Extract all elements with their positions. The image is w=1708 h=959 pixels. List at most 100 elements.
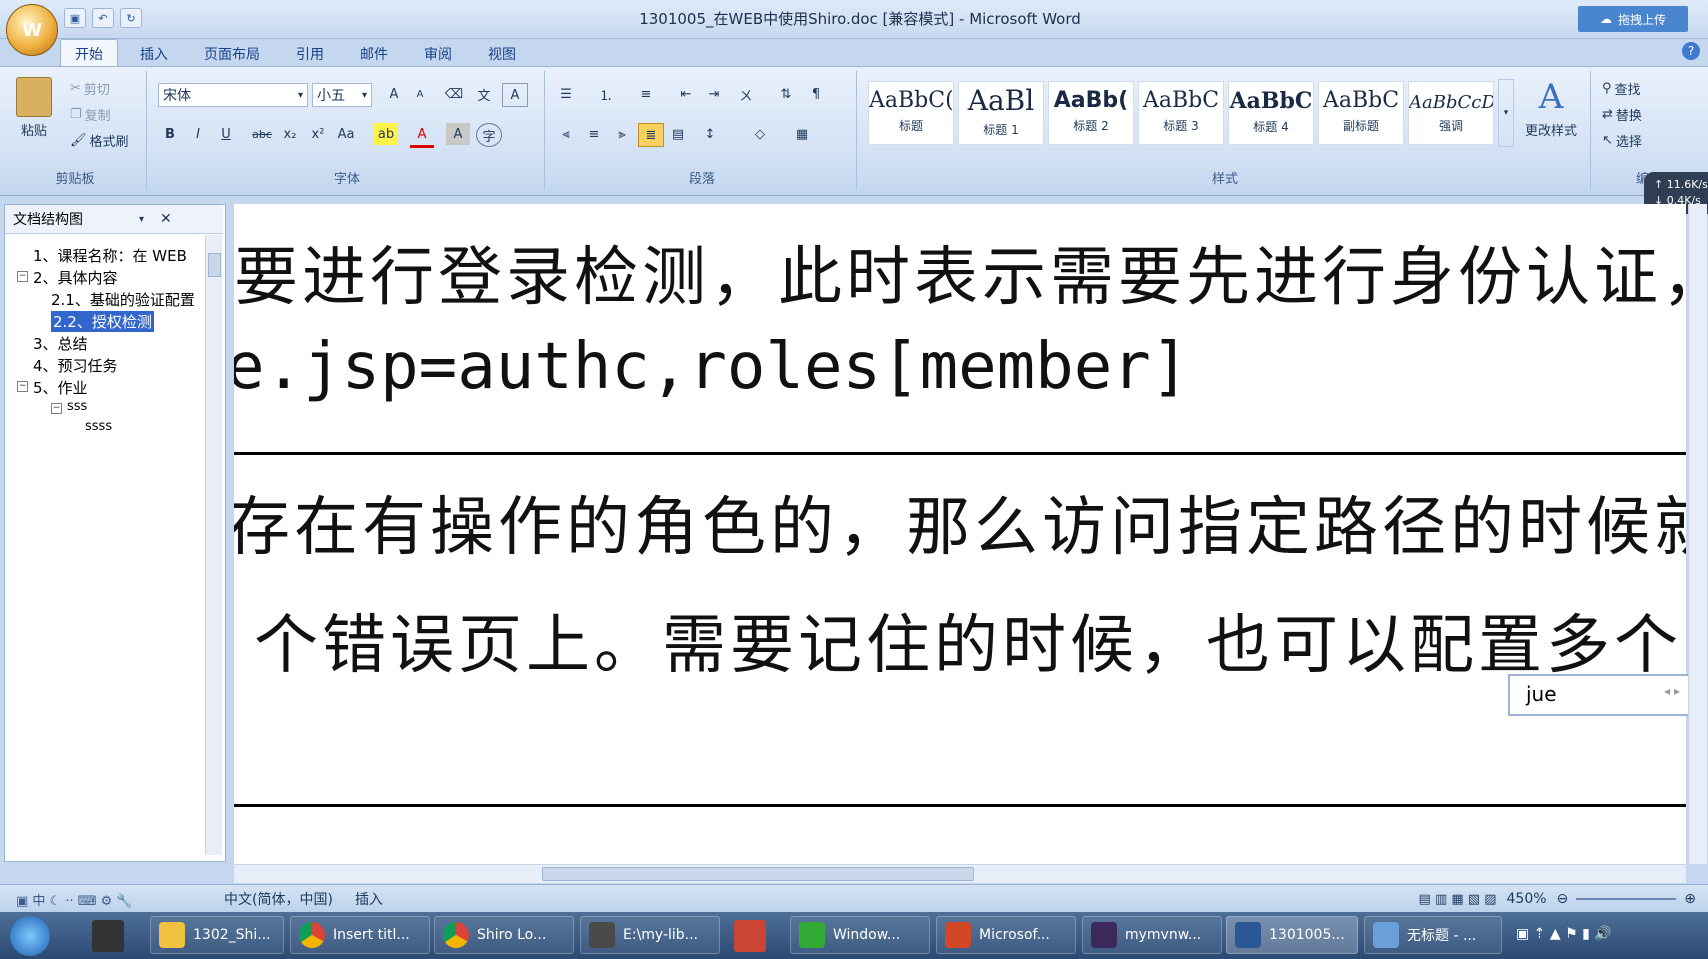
taskbar-item-word[interactable]: 1301005... — [1226, 916, 1358, 954]
vertical-scrollbar[interactable] — [1688, 204, 1707, 864]
chinese-layout-icon[interactable]: ㄨ — [734, 83, 758, 105]
italic-button[interactable]: I — [186, 123, 210, 145]
taskbar-item-sublime[interactable]: E:\my-lib... — [580, 916, 720, 954]
chevron-down-icon[interactable]: ▾ — [139, 214, 144, 225]
app-icon[interactable] — [92, 920, 124, 952]
char-border-icon[interactable]: A — [502, 83, 528, 107]
shrink-font-button[interactable]: A — [408, 83, 432, 105]
find-button[interactable]: ⚲ 查找 — [1602, 79, 1641, 98]
insert-mode-status[interactable]: 插入 — [355, 889, 383, 909]
copy-button[interactable]: ❐ 复制 — [70, 105, 111, 124]
taskbar-item-folder[interactable]: 1302_Shi... — [150, 916, 284, 954]
office-button[interactable]: W — [6, 4, 58, 56]
underline-button[interactable]: U — [214, 123, 238, 145]
redo-icon[interactable]: ↻ — [120, 8, 142, 28]
pdf-icon[interactable] — [734, 920, 766, 952]
undo-icon[interactable]: ↶ — [92, 8, 114, 28]
style-heading-1[interactable]: AaBl 标题 1 — [958, 81, 1044, 145]
zoom-slider[interactable] — [1576, 898, 1677, 900]
zoom-out-icon[interactable]: ⊖ — [1557, 891, 1569, 907]
phonetic-guide-icon[interactable]: 文 — [472, 83, 496, 105]
align-right-icon[interactable]: ⫸ — [610, 123, 634, 145]
tab-mailings[interactable]: 邮件 — [346, 40, 402, 68]
font-name-combo[interactable]: 宋体 ▾ — [158, 83, 308, 107]
highlight-icon[interactable]: ab — [374, 123, 398, 145]
select-button[interactable]: ↖ 选择 — [1602, 131, 1642, 150]
nav-item-course-name[interactable]: 1、课程名称：在 WEB — [33, 245, 187, 266]
system-tray-icons[interactable]: ▣ ⇡ ▲ ⚑ ▮ 🔊 — [1516, 926, 1612, 942]
upload-button[interactable]: ☁ 拖拽上传 — [1578, 6, 1688, 32]
ime-page-arrows-icon[interactable]: ◂ ▸ — [1664, 684, 1680, 698]
numbering-icon[interactable]: ⒈ — [594, 83, 618, 105]
nav-scroll-thumb[interactable] — [208, 253, 221, 277]
document-page[interactable]: 要进行登录检测，此时表示需要先进行身份认证， e.jsp=authc,roles… — [234, 204, 1686, 864]
strikethrough-button[interactable]: abc — [250, 123, 274, 145]
horizontal-scrollbar[interactable] — [234, 864, 1686, 883]
align-center-icon[interactable]: ≡ — [582, 123, 606, 145]
ime-toolbar-icons[interactable]: ▣ 中 ☾ ·· ⌨ ⚙ 🔧 — [16, 890, 216, 909]
font-size-combo[interactable]: 小五 ▾ — [312, 83, 372, 107]
style-title[interactable]: AaBbC(标题 — [868, 81, 954, 145]
subscript-button[interactable]: x₂ — [278, 123, 302, 145]
view-buttons-icon[interactable]: ▤ ▥ ▦ ▧ ▨ — [1419, 892, 1497, 907]
change-styles-button[interactable]: A 更改样式 — [1518, 77, 1584, 139]
tab-insert[interactable]: 插入 — [126, 40, 182, 68]
enclose-char-icon[interactable]: 字 — [476, 123, 502, 147]
bullets-icon[interactable]: ☰ — [554, 83, 578, 105]
taskbar-item-windows[interactable]: Window... — [790, 916, 930, 954]
styles-scroll-icon[interactable]: ▾ — [1498, 79, 1514, 147]
taskbar-item-powerpoint[interactable]: Microsof... — [936, 916, 1076, 954]
font-color-button[interactable]: A — [410, 123, 434, 148]
zoom-in-icon[interactable]: ⊕ — [1684, 891, 1696, 907]
taskbar-item-chrome-1[interactable]: Insert titl... — [290, 916, 430, 954]
language-status[interactable]: 中文(简体，中国) — [224, 889, 333, 909]
nav-item-preview-task[interactable]: 4、预习任务 — [33, 355, 118, 376]
superscript-button[interactable]: x² — [306, 123, 330, 145]
cut-button[interactable]: ✂ 剪切 — [70, 79, 110, 98]
clear-format-icon[interactable]: ⌫ — [442, 83, 466, 105]
increase-indent-icon[interactable]: ⇥ — [702, 83, 726, 105]
taskbar-item-paint[interactable]: 无标题 - ... — [1364, 916, 1502, 954]
decrease-indent-icon[interactable]: ⇤ — [674, 83, 698, 105]
style-heading-4[interactable]: AaBbC 标题 4 — [1228, 81, 1314, 145]
collapse-icon[interactable]: − — [17, 271, 28, 282]
nav-item-ssss[interactable]: ssss — [85, 419, 112, 434]
shading-icon[interactable]: ◇ — [748, 123, 772, 145]
style-heading-2[interactable]: AaBb(标题 2 — [1048, 81, 1134, 145]
taskbar-item-eclipse[interactable]: mymvnw... — [1082, 916, 1222, 954]
grow-font-button[interactable]: A — [382, 83, 406, 105]
tab-home[interactable]: 开始 — [60, 39, 118, 68]
tab-review[interactable]: 审阅 — [410, 40, 466, 68]
zoom-level[interactable]: 450% — [1507, 891, 1547, 907]
help-icon[interactable]: ? — [1682, 42, 1700, 60]
align-left-icon[interactable]: ⫷ — [554, 123, 578, 145]
paste-button[interactable]: 粘贴 — [12, 77, 56, 139]
multilevel-list-icon[interactable]: ≡ — [634, 83, 658, 105]
distributed-icon[interactable]: ▤ — [666, 123, 690, 145]
tab-view[interactable]: 视图 — [474, 40, 530, 68]
nav-item-auth-config[interactable]: 2.1、基础的验证配置 — [51, 289, 195, 310]
ime-composition-box[interactable]: jue ◂ ▸ — [1508, 674, 1690, 716]
tab-page-layout[interactable]: 页面布局 — [190, 40, 274, 68]
style-heading-3[interactable]: AaBbC 标题 3 — [1138, 81, 1224, 145]
collapse-icon[interactable]: − — [17, 381, 28, 392]
justify-icon[interactable]: ≣ — [638, 123, 664, 147]
replace-button[interactable]: ⇄ 替换 — [1602, 105, 1642, 124]
collapse-icon[interactable]: − — [51, 403, 62, 414]
save-icon[interactable]: ▣ — [64, 8, 86, 28]
nav-item-sss[interactable]: sss — [67, 399, 87, 414]
change-case-button[interactable]: Aa — [334, 123, 358, 145]
bold-button[interactable]: B — [158, 123, 182, 145]
nav-scrollbar[interactable] — [205, 235, 222, 855]
tab-references[interactable]: 引用 — [282, 40, 338, 68]
borders-icon[interactable]: ▦ — [790, 123, 814, 145]
char-shading-button[interactable]: A — [446, 123, 470, 145]
close-icon[interactable]: ✕ — [160, 211, 172, 227]
nav-item-content[interactable]: 2、具体内容 — [33, 267, 118, 288]
hscroll-thumb[interactable] — [542, 867, 974, 881]
nav-item-homework[interactable]: 5、作业 — [33, 377, 88, 398]
nav-item-summary[interactable]: 3、总结 — [33, 333, 88, 354]
style-emphasis[interactable]: AaBbCcD 强调 — [1408, 81, 1494, 145]
show-marks-icon[interactable]: ¶ — [804, 83, 828, 105]
sort-icon[interactable]: ⇅ — [774, 83, 798, 105]
